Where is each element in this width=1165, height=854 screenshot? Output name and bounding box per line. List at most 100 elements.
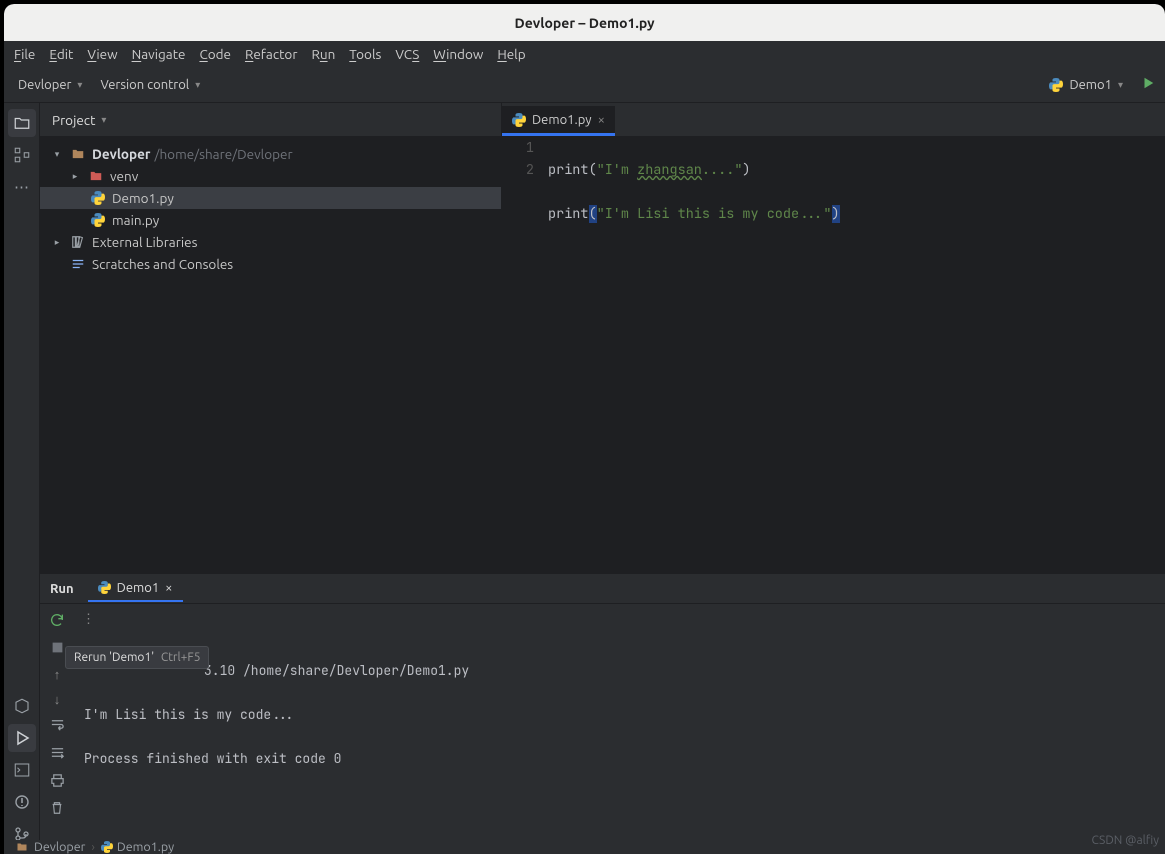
library-icon <box>70 234 86 250</box>
terminal-tool-icon[interactable] <box>8 756 36 784</box>
tree-file-label: main.py <box>112 212 159 228</box>
trash-icon[interactable] <box>50 801 64 818</box>
tree-file-label: Demo1.py <box>112 190 174 206</box>
window-title: Devloper – Demo1.py <box>514 15 654 31</box>
python-file-icon <box>90 212 106 228</box>
watermark-text: CSDN @alfiy <box>1092 834 1159 848</box>
python-file-icon <box>101 841 113 853</box>
editor-lines[interactable]: print("I'm zhangsan....") print("I'm Lis… <box>544 137 1165 573</box>
print-icon[interactable] <box>50 773 65 791</box>
tree-root-path: /home/share/Devloper <box>154 146 292 162</box>
python-file-icon <box>98 581 111 594</box>
tree-venv-label: venv <box>110 168 138 184</box>
menu-bar: File Edit View Navigate Code Refactor Ru… <box>4 41 1165 67</box>
tooltip-rerun: Rerun 'Demo1' Ctrl+F5 <box>65 646 209 669</box>
project-toolwindow-header[interactable]: Project ▾ <box>40 103 501 137</box>
window-titlebar: Devloper – Demo1.py <box>4 4 1165 41</box>
down-arrow-icon[interactable]: ↓ <box>54 692 61 707</box>
breadcrumb-project[interactable]: Devloper <box>34 840 85 854</box>
run-toolwindow-title: Run <box>50 582 74 596</box>
scroll-end-icon[interactable] <box>50 745 65 763</box>
menu-navigate[interactable]: Navigate <box>132 46 186 62</box>
run-toolwindow: Run Demo1 × ↑ <box>40 574 1165 854</box>
up-arrow-icon[interactable]: ↑ <box>54 667 61 682</box>
console-line <box>84 726 1155 748</box>
close-icon[interactable]: × <box>598 113 605 127</box>
menu-code[interactable]: Code <box>199 46 231 62</box>
tree-external-libraries[interactable]: ▸ External Libraries <box>40 231 501 253</box>
close-icon[interactable]: × <box>165 581 172 595</box>
watermark: CSDN @alfiy <box>1092 834 1159 848</box>
token-str: "I'm <box>597 161 638 179</box>
tree-root[interactable]: ▾ Devloper/home/share/Devloper <box>40 143 501 165</box>
console-line: Process finished with exit code 0 <box>84 748 1155 770</box>
rerun-icon[interactable] <box>49 612 65 631</box>
token-fn: print <box>548 205 589 223</box>
menu-refactor[interactable]: Refactor <box>245 46 297 62</box>
tree-scratches[interactable]: Scratches and Consoles <box>40 253 501 275</box>
menu-run[interactable]: Run <box>311 46 335 62</box>
kebab-icon[interactable]: ⋮ <box>82 612 95 627</box>
token-str: zhangsan <box>637 161 702 179</box>
editor-pane: Demo1.py × 1 2 print("I'm zhangsan....")… <box>502 103 1165 573</box>
tree-venv[interactable]: ▸ venv <box>40 165 501 187</box>
editor-tab-demo1[interactable]: Demo1.py × <box>502 106 615 136</box>
version-control-label: Version control <box>100 78 189 92</box>
chevron-down-icon: ▾ <box>77 79 82 91</box>
menu-window[interactable]: Window <box>433 46 483 62</box>
tooltip-shortcut: Ctrl+F5 <box>161 651 201 664</box>
more-tool-icon[interactable]: ⋯ <box>8 173 36 201</box>
collapse-icon[interactable]: ▾ <box>50 149 64 160</box>
tree-file-main[interactable]: main.py <box>40 209 501 231</box>
menu-tools[interactable]: Tools <box>349 46 381 62</box>
folder-icon <box>70 146 86 162</box>
line-number: 2 <box>502 159 534 181</box>
chevron-down-icon: ▾ <box>1118 79 1123 91</box>
menu-help[interactable]: Help <box>497 46 525 62</box>
run-console[interactable]: . 3.10 /home/share/Devloper/Demo1.py I'm… <box>74 634 1165 780</box>
run-action-rail: ↑ ↓ <box>40 604 74 854</box>
token-str: "I'm Lisi this is my code..." <box>597 205 832 223</box>
breadcrumb-file[interactable]: Demo1.py <box>117 840 174 854</box>
editor-tabs: Demo1.py × <box>502 103 1165 137</box>
python-icon <box>1049 78 1063 92</box>
run-toolbar: ⋮ <box>74 604 1165 634</box>
run-tabs: Run Demo1 × <box>40 574 1165 604</box>
menu-view[interactable]: View <box>87 46 117 62</box>
project-dropdown-label: Devloper <box>18 78 71 92</box>
run-tab-demo1[interactable]: Demo1 × <box>88 576 183 602</box>
menu-vcs[interactable]: VCS <box>395 46 419 62</box>
expand-icon[interactable]: ▸ <box>68 171 82 182</box>
code-area[interactable]: 1 2 print("I'm zhangsan....") print("I'm… <box>502 137 1165 573</box>
problems-tool-icon[interactable] <box>8 788 36 816</box>
project-dropdown[interactable]: Devloper ▾ <box>18 78 82 92</box>
project-tree: ▾ Devloper/home/share/Devloper ▸ venv <box>40 137 501 573</box>
python-file-icon <box>90 190 106 206</box>
python-file-icon <box>512 113 526 127</box>
python-packages-icon[interactable] <box>8 692 36 720</box>
soft-wrap-icon[interactable] <box>50 717 65 735</box>
stop-icon[interactable] <box>51 641 64 657</box>
scratches-icon <box>70 256 86 272</box>
tree-root-name: Devloper <box>92 146 150 162</box>
breadcrumb-bar: Devloper › Demo1.py <box>4 840 1165 854</box>
folder-icon <box>14 840 30 854</box>
expand-icon[interactable]: ▸ <box>50 237 64 248</box>
menu-file[interactable]: File <box>14 46 35 62</box>
tree-file-demo1[interactable]: Demo1.py <box>40 187 501 209</box>
run-config-dropdown[interactable]: Demo1 ▾ <box>1049 78 1123 92</box>
run-tool-icon[interactable] <box>8 724 36 752</box>
run-config-name: Demo1 <box>1069 78 1112 92</box>
console-line <box>84 682 1155 704</box>
structure-tool-icon[interactable] <box>8 141 36 169</box>
version-control-dropdown[interactable]: Version control ▾ <box>100 78 200 92</box>
folder-icon <box>88 168 104 184</box>
main-toolbar: Devloper ▾ Version control ▾ Demo1 ▾ <box>4 67 1165 103</box>
menu-edit[interactable]: Edit <box>49 46 73 62</box>
token-str: ...." <box>702 161 743 179</box>
project-tool-icon[interactable] <box>8 109 36 137</box>
console-line: I'm Lisi this is my code... <box>84 704 1155 726</box>
project-toolwindow: Project ▾ ▾ Devloper/home/share/Devloper… <box>40 103 502 573</box>
run-button-icon[interactable] <box>1141 76 1155 93</box>
project-toolwindow-title: Project <box>52 112 95 128</box>
